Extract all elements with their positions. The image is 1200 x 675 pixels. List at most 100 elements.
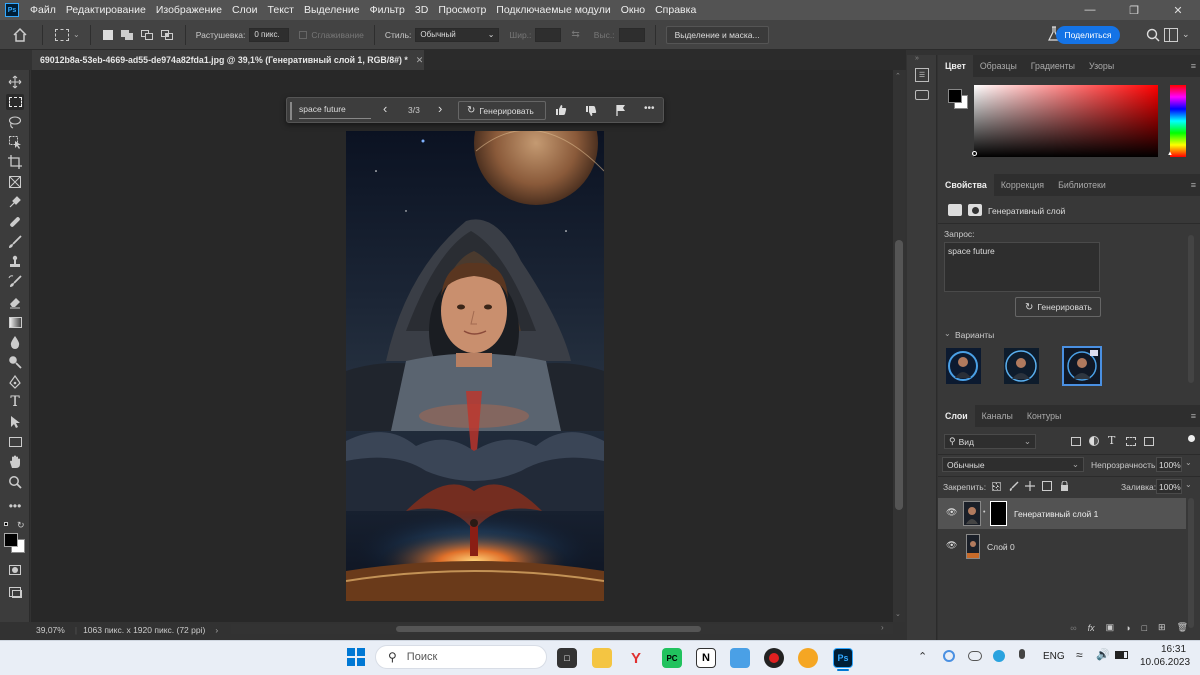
menu-layers[interactable]: Слои bbox=[227, 4, 263, 16]
feather-input[interactable]: 0 пикс. bbox=[249, 27, 290, 42]
link-layers-icon[interactable]: ∞ bbox=[1070, 623, 1076, 633]
filter-adjustment-icon[interactable] bbox=[1089, 436, 1099, 446]
yandex-browser-icon[interactable]: Y bbox=[626, 648, 646, 668]
file-explorer-icon[interactable] bbox=[592, 648, 612, 668]
workspace-icon[interactable] bbox=[1164, 28, 1178, 42]
properties-scrollbar[interactable] bbox=[1188, 235, 1194, 383]
variant-thumbnail[interactable] bbox=[946, 348, 981, 384]
eyedropper-tool-icon[interactable] bbox=[6, 194, 24, 210]
previous-variant-icon[interactable]: ‹ bbox=[383, 101, 387, 116]
tab-color[interactable]: Цвет bbox=[938, 55, 973, 77]
layer-row[interactable]: 👁 Слой 0 bbox=[938, 531, 1186, 562]
tab-swatches[interactable]: Образцы bbox=[973, 55, 1024, 77]
scroll-right-icon[interactable]: › bbox=[881, 623, 884, 632]
style-select[interactable]: Обычный ⌄ bbox=[415, 27, 500, 42]
tab-libraries[interactable]: Библиотеки bbox=[1051, 174, 1113, 196]
layers-scrollbar[interactable] bbox=[1188, 498, 1194, 628]
next-variant-icon[interactable]: › bbox=[438, 101, 442, 116]
add-mask-icon[interactable]: ▣ bbox=[1106, 622, 1115, 633]
telegram-tray-icon[interactable] bbox=[993, 650, 1005, 662]
photoshop-taskbar-icon[interactable]: Ps bbox=[833, 648, 853, 668]
layer-filter-select[interactable]: ⚲ Вид ⌄ bbox=[944, 434, 1036, 449]
default-colors-icon[interactable] bbox=[4, 522, 10, 528]
panel-menu-icon[interactable]: ≡ bbox=[1191, 180, 1196, 190]
blend-mode-select[interactable]: Обычные ⌄ bbox=[942, 457, 1084, 472]
height-input[interactable] bbox=[618, 27, 645, 42]
clock-time[interactable]: 16:31 bbox=[1161, 644, 1186, 655]
blur-tool-icon[interactable] bbox=[6, 334, 24, 350]
filter-type-icon[interactable]: T bbox=[1108, 434, 1115, 447]
record-app-icon[interactable] bbox=[764, 648, 784, 668]
scroll-up-icon[interactable]: ⌃ bbox=[895, 72, 901, 80]
more-options-icon[interactable]: ••• bbox=[644, 103, 655, 114]
hue-slider-thumb[interactable]: ▲ bbox=[1167, 151, 1173, 157]
panel-menu-icon[interactable]: ≡ bbox=[1191, 61, 1196, 71]
object-select-tool-icon[interactable] bbox=[6, 134, 24, 150]
menu-plugins[interactable]: Подключаемые модули bbox=[491, 4, 615, 16]
prompt-field[interactable]: space future bbox=[299, 104, 371, 119]
marquee-preset-icon[interactable] bbox=[55, 28, 69, 41]
delete-layer-icon[interactable]: 🗑 bbox=[1177, 622, 1188, 633]
eraser-tool-icon[interactable] bbox=[6, 294, 24, 310]
search-icon[interactable] bbox=[1146, 28, 1160, 42]
tab-paths[interactable]: Контуры bbox=[1020, 405, 1069, 427]
battery-icon[interactable] bbox=[1115, 651, 1128, 659]
color-field[interactable] bbox=[974, 85, 1158, 157]
history-brush-tool-icon[interactable] bbox=[6, 274, 24, 290]
hand-tool-icon[interactable] bbox=[6, 454, 24, 470]
fx-icon[interactable]: fx bbox=[1088, 623, 1095, 633]
wifi-icon[interactable]: ≈ bbox=[1076, 648, 1083, 662]
language-indicator[interactable]: ENG bbox=[1043, 651, 1065, 662]
task-view-icon[interactable]: □ bbox=[557, 648, 577, 668]
move-tool-icon[interactable] bbox=[6, 74, 24, 90]
fill-input[interactable]: 100% bbox=[1156, 479, 1182, 494]
chevron-down-icon[interactable]: ⌄ bbox=[1185, 480, 1192, 489]
scroll-down-icon[interactable]: ⌄ bbox=[895, 610, 901, 618]
pycharm-icon[interactable]: PC bbox=[662, 648, 682, 668]
close-icon[interactable]: ✕ bbox=[1156, 0, 1200, 20]
properties-generate-button[interactable]: ↻ Генерировать bbox=[1015, 297, 1101, 317]
close-tab-icon[interactable]: ✕ bbox=[416, 55, 423, 66]
lock-pixels-icon[interactable] bbox=[1009, 481, 1019, 491]
color-picker-cursor[interactable] bbox=[972, 151, 977, 156]
filter-toggle[interactable] bbox=[1188, 435, 1195, 442]
tab-layers[interactable]: Слои bbox=[938, 405, 975, 427]
hue-slider[interactable] bbox=[1170, 85, 1186, 157]
layer-name[interactable]: Генеративный слой 1 bbox=[1014, 509, 1098, 519]
horizontal-scroll-thumb[interactable] bbox=[396, 626, 701, 632]
menu-edit[interactable]: Редактирование bbox=[61, 4, 151, 16]
menu-type[interactable]: Текст bbox=[263, 4, 299, 16]
width-input[interactable] bbox=[535, 27, 562, 42]
home-icon[interactable] bbox=[12, 27, 28, 43]
healing-brush-tool-icon[interactable] bbox=[6, 214, 24, 230]
lock-artboard-icon[interactable] bbox=[1042, 481, 1052, 491]
gradient-tool-icon[interactable] bbox=[6, 314, 24, 330]
pen-tool-icon[interactable] bbox=[6, 374, 24, 390]
zoom-tool-icon[interactable] bbox=[6, 474, 24, 490]
vertical-scrollbar[interactable]: ⌃ ⌄ bbox=[893, 70, 905, 622]
cloud-tray-icon[interactable] bbox=[968, 651, 982, 661]
new-group-icon[interactable]: □ bbox=[1142, 623, 1147, 633]
menu-view[interactable]: Просмотр bbox=[433, 4, 491, 16]
dodge-tool-icon[interactable] bbox=[6, 354, 24, 370]
chevron-down-icon[interactable]: ⌄ bbox=[73, 30, 80, 39]
prompt-textarea[interactable]: space future bbox=[944, 242, 1100, 292]
drag-handle[interactable] bbox=[290, 102, 292, 120]
crop-tool-icon[interactable] bbox=[6, 154, 24, 170]
tab-gradients[interactable]: Градиенты bbox=[1024, 55, 1082, 77]
windows-start-icon[interactable] bbox=[347, 648, 365, 666]
lock-all-icon[interactable] bbox=[1060, 481, 1069, 491]
rectangle-tool-icon[interactable] bbox=[6, 434, 24, 450]
path-select-tool-icon[interactable] bbox=[6, 414, 24, 430]
variant-thumbnail[interactable] bbox=[1004, 348, 1039, 384]
brush-tool-icon[interactable] bbox=[6, 234, 24, 250]
microphone-icon[interactable] bbox=[1019, 649, 1025, 659]
menu-image[interactable]: Изображение bbox=[151, 4, 227, 16]
variant-thumbnail-selected[interactable] bbox=[1062, 346, 1102, 386]
panel-menu-icon[interactable]: ≡ bbox=[1191, 411, 1196, 421]
frame-tool-icon[interactable] bbox=[6, 174, 24, 190]
thumbs-down-icon[interactable] bbox=[585, 105, 597, 117]
quick-mask-icon[interactable] bbox=[6, 562, 24, 578]
mask-icon[interactable] bbox=[968, 204, 982, 216]
marquee-tool-icon[interactable] bbox=[6, 94, 24, 110]
